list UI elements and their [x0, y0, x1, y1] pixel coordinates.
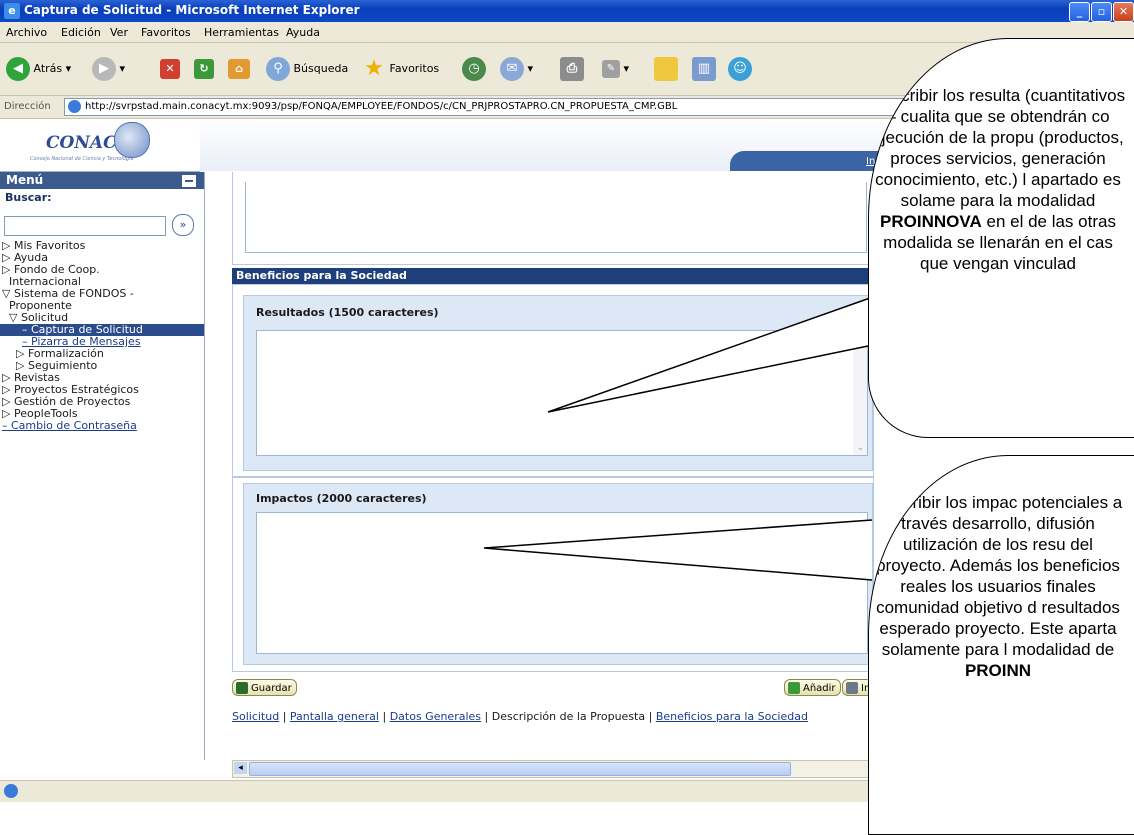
- resultados-callout: Describir los resulta (cuantitativos – c…: [868, 38, 1134, 438]
- impactos-pointer: [483, 519, 873, 581]
- resultados-pointer: [547, 297, 871, 413]
- resultados-callout-text: Describir los resulta (cuantitativos – c…: [870, 86, 1126, 210]
- impactos-callout: Describir los impac potenciales a través…: [868, 455, 1134, 835]
- impactos-callout-bold: PROINN: [964, 661, 1032, 680]
- impactos-callout-text: Describir los impac potenciales a través…: [873, 493, 1123, 659]
- resultados-callout-bold: PROINNOVA: [880, 212, 982, 231]
